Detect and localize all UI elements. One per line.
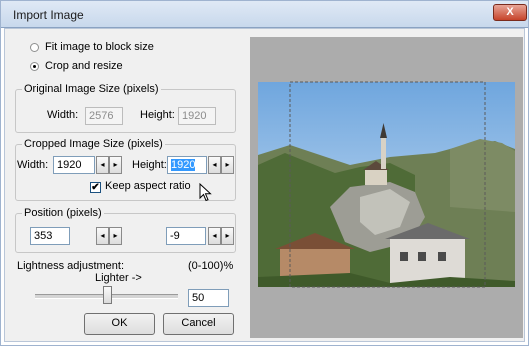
keep-aspect-checkbox[interactable]: ✔ (90, 182, 101, 193)
original-size-legend: Original Image Size (pixels) (22, 83, 161, 95)
lightness-range-label: (0-100)% (188, 260, 234, 272)
original-height-field: 1920 (178, 107, 216, 125)
close-icon: X (506, 6, 514, 18)
cropped-width-decrement-button[interactable]: ◂ (96, 156, 109, 174)
cropped-width-input[interactable]: 1920 (53, 156, 95, 174)
crop-resize-label[interactable]: Crop and resize (45, 60, 123, 72)
cancel-button[interactable]: Cancel (163, 313, 234, 335)
position-y-input[interactable]: -9 (166, 227, 206, 245)
image-preview-panel[interactable] (250, 37, 523, 338)
keep-aspect-label[interactable]: Keep aspect ratio (105, 180, 191, 192)
lightness-value-input[interactable]: 50 (188, 289, 229, 307)
position-legend: Position (pixels) (22, 207, 104, 219)
cropped-height-label: Height: (132, 159, 167, 171)
lightness-label: Lightness adjustment: (17, 260, 125, 272)
position-x-input[interactable]: 353 (30, 227, 70, 245)
position-y-decrement-button[interactable]: ◂ (208, 227, 221, 245)
cropped-size-legend: Cropped Image Size (pixels) (22, 138, 165, 150)
cropped-height-input[interactable]: 1920 (167, 156, 207, 174)
original-width-field: 2576 (85, 107, 123, 125)
window-title: Import Image (13, 8, 84, 22)
cropped-width-label: Width: (17, 159, 49, 171)
position-y-increment-button[interactable]: ▸ (221, 227, 234, 245)
lighter-direction-label: Lighter -> (95, 272, 142, 284)
close-button[interactable]: X (493, 4, 527, 21)
cropped-width-increment-button[interactable]: ▸ (109, 156, 122, 174)
lightness-slider-thumb[interactable] (102, 286, 112, 304)
original-height-label: Height: (140, 109, 175, 121)
original-width-label: Width: (47, 109, 79, 121)
ok-button[interactable]: OK (84, 313, 155, 335)
mouse-pointer-icon (199, 183, 212, 202)
position-x-increment-button[interactable]: ▸ (109, 227, 122, 245)
crop-resize-radio[interactable] (30, 62, 39, 71)
preview-photo (258, 81, 515, 288)
fit-image-label[interactable]: Fit image to block size (45, 41, 154, 53)
position-x-decrement-button[interactable]: ◂ (96, 227, 109, 245)
cropped-height-selected-text: 1920 (171, 159, 196, 171)
cropped-height-increment-button[interactable]: ▸ (221, 156, 234, 174)
fit-image-radio[interactable] (30, 43, 39, 52)
cropped-height-decrement-button[interactable]: ◂ (208, 156, 221, 174)
title-bar[interactable]: Import Image X (0, 0, 529, 28)
